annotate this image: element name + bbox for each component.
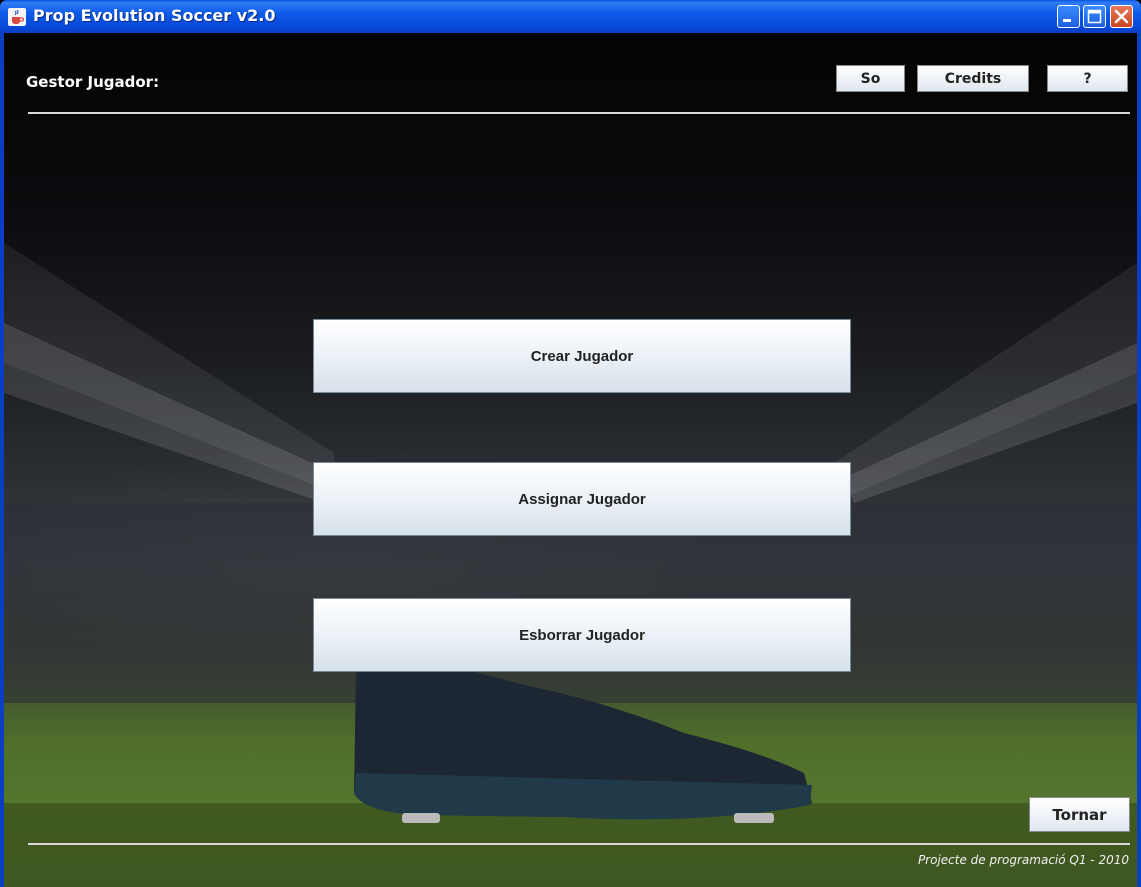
main-panel: Gestor Jugador: So Credits ? Crear Jugad… <box>4 33 1137 887</box>
close-icon <box>1114 9 1129 24</box>
credits-button[interactable]: Credits <box>917 65 1029 92</box>
window-title: Prop Evolution Soccer v2.0 <box>33 6 276 25</box>
delete-player-button[interactable]: Esborrar Jugador <box>313 598 851 672</box>
help-button[interactable]: ? <box>1047 65 1128 92</box>
window-border-right <box>1137 33 1141 887</box>
minimize-button[interactable] <box>1057 5 1080 28</box>
back-button[interactable]: Tornar <box>1029 797 1130 832</box>
footer-divider <box>28 843 1130 845</box>
sound-button[interactable]: So <box>836 65 905 92</box>
create-player-button[interactable]: Crear Jugador <box>313 319 851 393</box>
maximize-icon <box>1087 9 1102 24</box>
minimize-icon <box>1063 19 1071 22</box>
section-title: Gestor Jugador: <box>26 73 160 91</box>
assign-player-button[interactable]: Assignar Jugador <box>313 462 851 536</box>
maximize-button[interactable] <box>1083 5 1106 28</box>
header-divider <box>28 112 1130 114</box>
close-button[interactable] <box>1110 5 1133 28</box>
java-cup-icon <box>8 8 26 26</box>
app-window: Prop Evolution Soccer v2.0 Gestor Jugado… <box>0 0 1141 887</box>
title-bar[interactable]: Prop Evolution Soccer v2.0 <box>0 0 1141 33</box>
footer-credit: Projecte de programació Q1 - 2010 <box>917 853 1129 867</box>
stadium-background <box>4 243 1137 887</box>
